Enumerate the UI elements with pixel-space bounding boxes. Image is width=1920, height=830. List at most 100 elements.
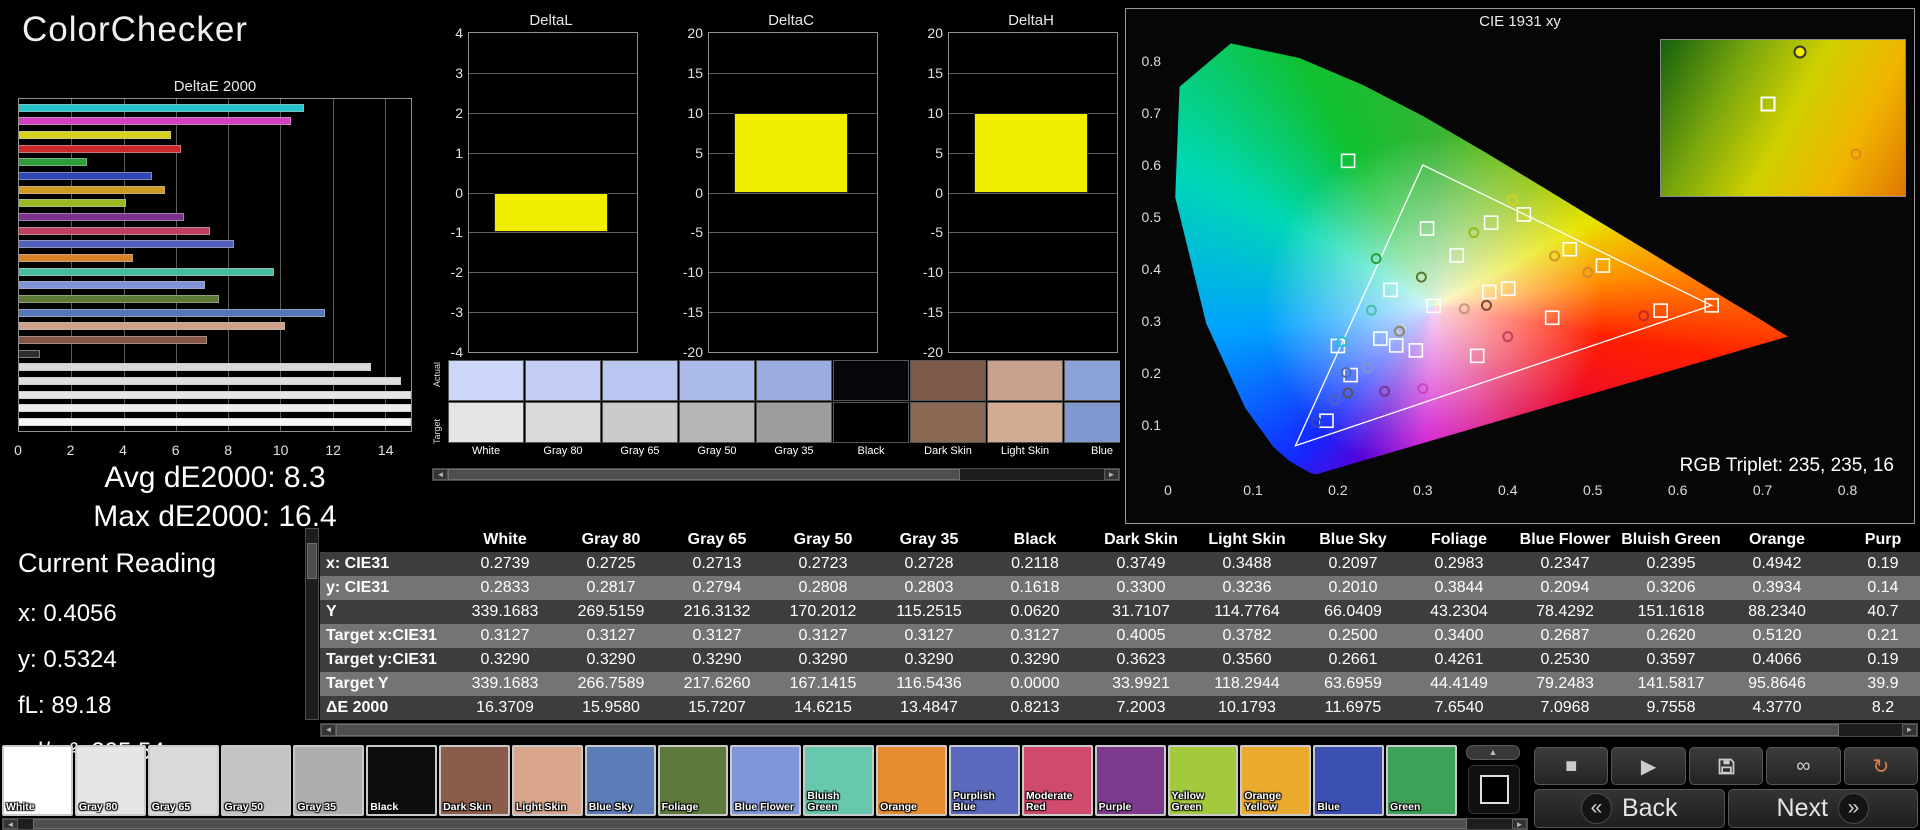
table-cell: 0.5120 [1752,627,1802,644]
y-tick-label: -5 [690,224,703,241]
actual-swatch [910,360,986,401]
back-button[interactable]: « Back [1534,789,1725,828]
swatch-orange-yellow[interactable]: Orange Yellow [1240,745,1312,816]
delta-charts: DeltaL 4 3 2 1 0 -1 -2 -3 -4 DeltaC 20 15 10 5 0 -5 -10 -1… [432,12,1120,360]
next-button[interactable]: Next » [1727,789,1918,828]
target-square-marker [1562,241,1578,257]
swatch-label: Foliage [661,801,699,813]
patch-strip-scrollbar[interactable]: ◄ ► [432,468,1120,481]
measured-point-marker [1328,394,1340,406]
swatch-white[interactable]: White [2,745,73,816]
x-tick-label: 0.5 [1582,482,1603,498]
measured-point-marker [1468,227,1480,239]
scrollbar-thumb[interactable] [307,543,317,579]
swatch-bar-scrollbar[interactable]: ◄ ► [2,818,1528,830]
scroll-up-button[interactable]: ▲ [1466,745,1520,760]
stop-button[interactable]: ■ [1534,747,1609,785]
y-tick-label: 0 [935,184,943,201]
scroll-left-button[interactable]: ◄ [3,819,18,829]
measured-point-marker [1379,385,1391,397]
swatch-blue-sky[interactable]: Blue Sky [584,745,656,816]
actual-swatch [987,360,1063,401]
scroll-right-button[interactable]: ► [1104,469,1119,480]
swatch-label: Light Skin [515,801,567,813]
actual-swatch [679,360,755,401]
table-cell: 9.7558 [1646,699,1696,716]
inset-dot-marker [1793,45,1807,59]
swatch-foliage[interactable]: Foliage [657,745,729,816]
scrollbar-thumb[interactable] [336,724,1840,736]
de-bar-purplish-blue [19,240,234,249]
current-patch-preview[interactable] [1468,765,1520,814]
measured-point-marker [1361,362,1373,374]
swatch-light-skin[interactable]: Light Skin [511,745,583,816]
de-bar-foliage [19,295,219,304]
patch-column-gray-65: Gray 65 [602,360,678,459]
swatch-purple[interactable]: Purple [1094,745,1166,816]
scroll-left-button[interactable]: ◄ [433,469,448,480]
play-button[interactable]: ▶ [1611,747,1686,785]
save-button[interactable] [1688,747,1764,785]
x-tick-label: 0.8 [1837,482,1858,498]
swatch-green[interactable]: Green [1386,745,1457,816]
grid-line [469,272,637,274]
swatch-black[interactable]: Black [366,745,438,816]
swatch-gray-80[interactable]: Gray 80 [74,745,146,816]
swatch-orange[interactable]: Orange [876,745,947,816]
scrollbar-thumb[interactable] [448,469,960,480]
table-cell: 33.9921 [1112,675,1170,692]
patch-swatch-bar: White Gray 80 Gray 65 Gray 50 Gray 35 Black Da… [2,745,1457,816]
table-cell: 0.2739 [480,555,530,572]
swatch-gray-65[interactable]: Gray 65 [147,745,219,816]
swatch-blue-flower[interactable]: Blue Flower [730,745,802,816]
table-vertical-scrollbar[interactable] [305,528,319,720]
table-cell: 15.7207 [688,699,746,716]
scrollbar-thumb[interactable] [32,819,1468,829]
back-chevrons-icon: « [1580,793,1612,824]
swatch-dark-skin[interactable]: Dark Skin [439,745,510,816]
table-horizontal-scrollbar[interactable]: ◄ ► [320,723,1918,737]
swatch-blue[interactable]: Blue [1313,745,1385,816]
measured-point-marker [1507,194,1519,206]
scrollbar-track[interactable] [18,819,1512,829]
table-cell: 0.3127 [904,627,954,644]
scroll-right-button[interactable]: ► [1902,724,1917,736]
infinity-button[interactable]: ∞ [1766,747,1841,785]
scrollbar-track[interactable] [336,724,1902,736]
target-swatch [910,402,986,443]
swatch-label: White [6,801,35,813]
swatch-yellow-green[interactable]: Yellow Green [1167,745,1239,816]
patch-column-black: Black [833,360,909,459]
swatch-gray-35[interactable]: Gray 35 [293,745,365,816]
swatch-moderate-red[interactable]: Moderate Red [1021,745,1093,816]
scrollbar-track[interactable] [448,469,1104,480]
table-cell: 0.2010 [1328,579,1378,596]
swatch-gray-50[interactable]: Gray 50 [220,745,292,816]
scroll-left-button[interactable]: ◄ [321,724,336,736]
deltae2000-chart-title: DeltaE 2000 [173,78,257,95]
de-bar-gray-65 [19,390,411,399]
patch-label: Gray 50 [697,445,737,457]
column-header-gray-65: Gray 65 [687,531,747,548]
de-bar-yellow [19,131,171,140]
loop-button[interactable]: ↻ [1843,747,1919,785]
swatch-purplish-blue[interactable]: Purplish Blue [948,745,1020,816]
table-cell: 7.2003 [1116,699,1166,716]
swatch-label: Orange [880,801,917,813]
table-cell: 141.5817 [1637,675,1705,692]
table-cell: 0.3300 [1116,579,1166,596]
table-cell: 266.7589 [577,675,645,692]
table-cell: 0.2097 [1328,555,1378,572]
table-cell: 15.9580 [582,699,640,716]
swatch-bluish-green[interactable]: Bluish Green [803,745,875,816]
table-cell: 269.5159 [577,603,645,620]
target-swatch [525,402,601,443]
target-square-marker [1340,153,1356,169]
y-tick-label: 0.5 [1141,209,1161,225]
target-square-marker [1544,310,1560,326]
de-bar-yellow-green [19,199,127,208]
column-header-foliage: Foliage [1430,531,1487,548]
table-grid: White Gray 80 Gray 65 Gray 50 Gray 35 Black Da… [320,528,1920,720]
table-cell: 0.2395 [1646,555,1696,572]
scroll-right-button[interactable]: ► [1512,819,1527,829]
